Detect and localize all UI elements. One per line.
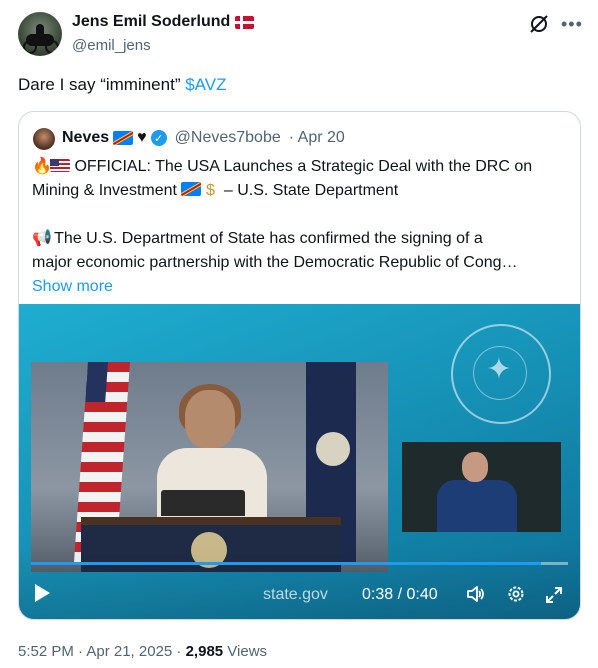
video-time: 0:38 / 0:40 <box>362 586 438 603</box>
quote-body: 🔥 OFFICIAL: The USA Launches a Strategic… <box>32 155 572 299</box>
quote-author-name[interactable]: Neves <box>62 129 109 147</box>
fire-icon: 🔥 <box>32 158 52 175</box>
video-progress-bar[interactable] <box>31 562 568 565</box>
tweet-text: Dare I say “imminent” $AVZ <box>18 75 226 95</box>
quote-line-2b-text: – U.S. State Department <box>219 182 399 199</box>
quote-line-2: Mining & Investment $ – U.S. State Depar… <box>32 179 572 203</box>
fullscreen-icon[interactable] <box>544 585 564 605</box>
sign-language-interpreter-frame <box>402 442 561 532</box>
video-player[interactable]: ✦ state.gov 0:38 / 0:40 <box>19 304 580 619</box>
tweet-text-body: Dare I say “imminent” <box>18 75 186 94</box>
views-label: Views <box>223 643 268 660</box>
show-more-link[interactable]: Show more <box>32 278 113 295</box>
quoted-tweet-card[interactable]: Neves ♥ ✓ @Neves7bobe · Apr 20 🔥 OFFICIA… <box>18 111 581 620</box>
play-icon[interactable] <box>35 584 50 602</box>
author-name-text[interactable]: Jens Emil Soderlund <box>72 13 230 31</box>
view-count: 2,985 <box>185 643 224 660</box>
video-progress-fill <box>31 562 542 565</box>
gear-icon[interactable] <box>506 584 526 604</box>
author-name[interactable]: Jens Emil Soderlund <box>72 13 255 31</box>
money-bag-icon: $ <box>205 182 215 199</box>
black-heart-icon: ♥ <box>137 129 147 146</box>
author-handle[interactable]: @emil_jens <box>72 37 151 54</box>
cashtag-link[interactable]: $AVZ <box>185 75 226 94</box>
quote-line-3-text: The U.S. Department of State has confirm… <box>54 230 483 247</box>
video-main-frame <box>31 362 388 572</box>
quote-avatar[interactable] <box>33 128 55 150</box>
quote-handle[interactable]: @Neves7bobe <box>175 129 281 147</box>
author-avatar[interactable] <box>18 12 62 56</box>
grok-slash-icon[interactable] <box>528 13 550 35</box>
drc-flag-icon <box>181 182 202 196</box>
quote-line-4: major economic partnership with the Demo… <box>32 254 518 271</box>
quote-header: Neves ♥ ✓ @Neves7bobe · Apr 20 <box>62 129 345 147</box>
usa-flag-icon <box>50 159 70 172</box>
quote-line-1: 🔥 OFFICIAL: The USA Launches a Strategic… <box>32 155 572 179</box>
eagle-icon: ✦ <box>486 353 512 386</box>
quote-line-1-text: OFFICIAL: The USA Launches a Strategic D… <box>74 158 533 175</box>
megaphone-icon: 📢 <box>32 230 52 247</box>
quote-line-3: 📢 The U.S. Department of State has confi… <box>32 227 572 251</box>
quote-date[interactable]: · Apr 20 <box>289 129 345 147</box>
drc-flag-icon <box>113 131 134 145</box>
tweet-timestamp[interactable]: 5:52 PM · Apr 21, 2025 · <box>18 643 186 660</box>
volume-icon[interactable] <box>465 584 485 604</box>
laptop-prop <box>161 490 245 516</box>
verified-badge-icon: ✓ <box>150 130 167 146</box>
tweet-meta-footer: 5:52 PM · Apr 21, 2025 · 2,985 Views <box>18 643 267 660</box>
video-watermark: state.gov <box>263 586 328 603</box>
quote-line-2-text: Mining & Investment <box>32 182 177 199</box>
tweet: Jens Emil Soderlund @emil_jens ••• Dare … <box>0 0 598 668</box>
denmark-flag-icon <box>235 15 255 29</box>
more-dots-icon[interactable]: ••• <box>561 14 583 35</box>
